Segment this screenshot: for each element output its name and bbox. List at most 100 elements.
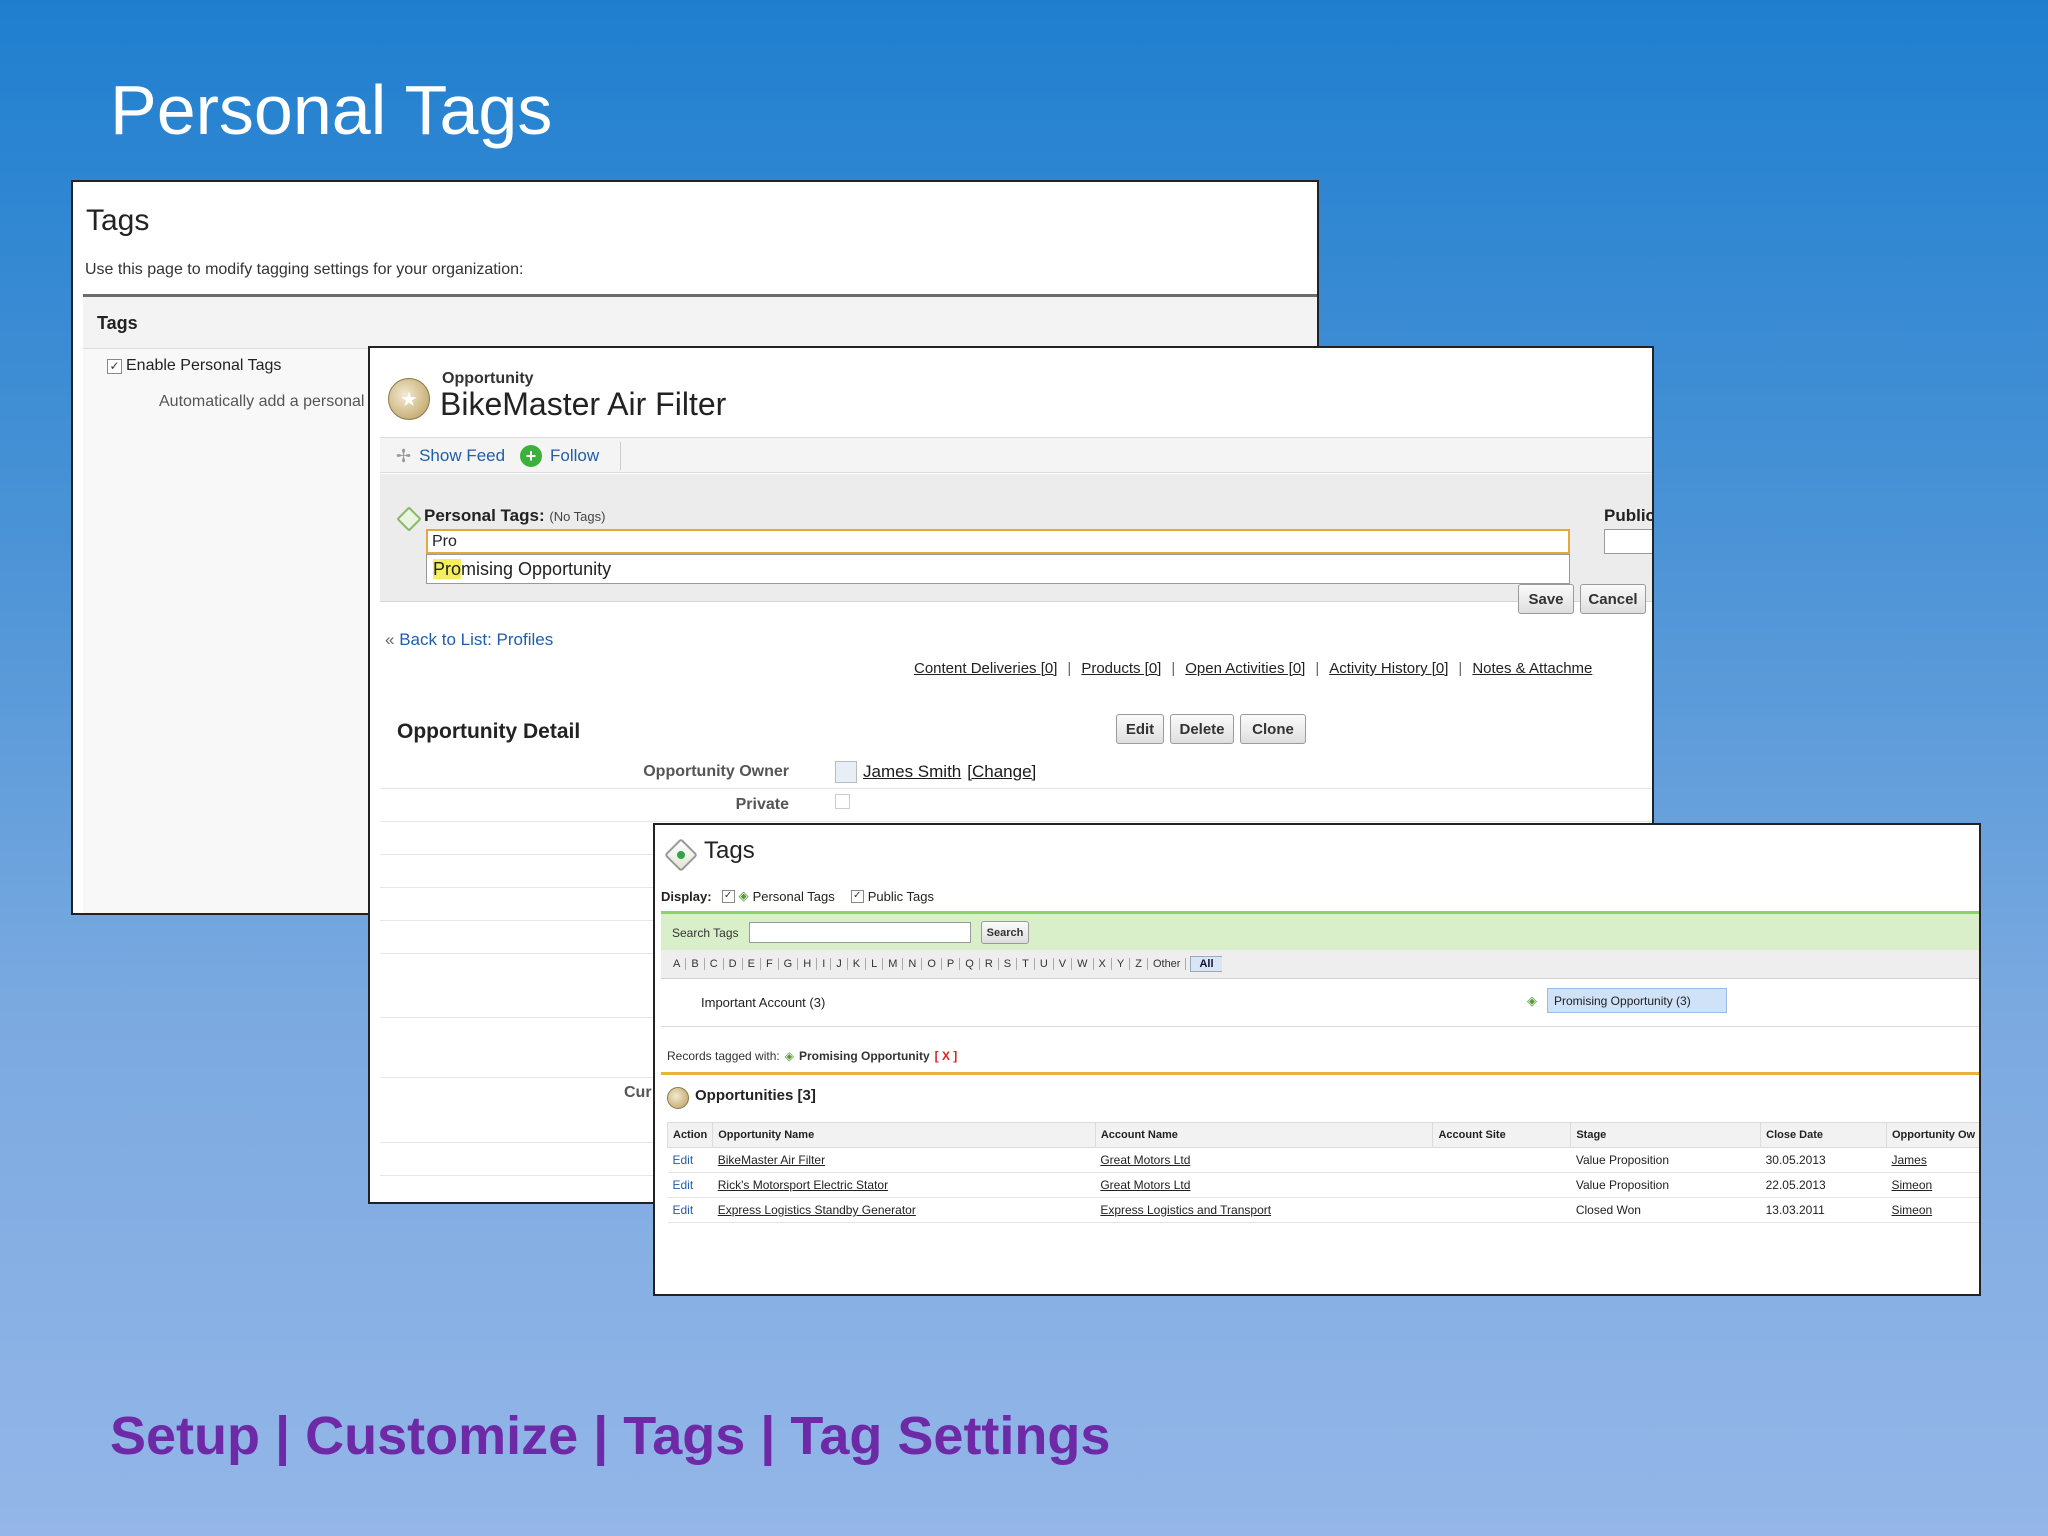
alpha-letter[interactable]: V xyxy=(1054,958,1073,970)
edit-link[interactable]: Edit xyxy=(673,1203,694,1217)
opportunity-name-link[interactable]: Rick's Motorsport Electric Stator xyxy=(718,1178,888,1192)
alpha-letter[interactable]: H xyxy=(798,958,818,970)
alpha-letter[interactable]: F xyxy=(761,958,779,970)
alpha-letter[interactable]: B xyxy=(686,958,705,970)
clone-button[interactable]: Clone xyxy=(1240,714,1306,744)
alpha-letter[interactable]: Z xyxy=(1130,958,1148,970)
private-label: Private xyxy=(735,796,789,813)
detail-section-title: Opportunity Detail xyxy=(397,720,581,743)
alpha-letter[interactable]: N xyxy=(903,958,923,970)
table-header: Action Opportunity Name Account Name Acc… xyxy=(666,1122,1979,1148)
stage-cell: Value Proposition xyxy=(1570,1172,1761,1198)
personal-tags-checkbox[interactable]: ✓ xyxy=(721,889,735,903)
col-header[interactable]: Account Name xyxy=(1094,1122,1434,1148)
search-bar: Search Tags Search xyxy=(661,914,1979,950)
col-header[interactable]: Close Date xyxy=(1760,1122,1887,1148)
alpha-letter[interactable]: E xyxy=(743,958,761,970)
col-header[interactable]: Stage xyxy=(1570,1122,1762,1148)
alpha-letter[interactable]: U xyxy=(1035,958,1054,970)
account-name-link[interactable]: Express Logistics and Transport xyxy=(1100,1203,1271,1217)
opportunities-title: Opportunities [3] xyxy=(695,1087,816,1104)
alpha-letter[interactable]: G xyxy=(779,958,799,970)
enable-personal-tags-label: Enable Personal Tags xyxy=(126,357,282,374)
alpha-letter[interactable]: I xyxy=(817,958,832,970)
edit-link[interactable]: Edit xyxy=(673,1153,694,1167)
cancel-button[interactable]: Cancel xyxy=(1580,584,1646,614)
alpha-letter[interactable]: X xyxy=(1094,958,1112,970)
related-link-products[interactable]: Products [0] xyxy=(1081,660,1161,677)
col-header[interactable]: Opportunity Name xyxy=(712,1122,1096,1148)
close-date-cell: 30.05.2013 xyxy=(1760,1147,1887,1173)
delete-button[interactable]: Delete xyxy=(1170,714,1234,744)
alpha-letter[interactable]: S xyxy=(999,958,1018,970)
edit-link[interactable]: Edit xyxy=(673,1178,694,1192)
remove-tag-filter[interactable]: [ X ] xyxy=(935,1049,958,1063)
alpha-letter[interactable]: Y xyxy=(1112,958,1131,970)
feed-icon: ✢ xyxy=(396,445,412,466)
tag-suggestion-item[interactable]: Promising Opportunity xyxy=(426,554,1570,584)
plus-icon: + xyxy=(520,445,542,467)
private-checkbox xyxy=(835,794,850,809)
col-header: Action xyxy=(666,1122,714,1148)
related-link-notes-attachments[interactable]: Notes & Attachme xyxy=(1472,660,1592,677)
alpha-letter-other[interactable]: Other xyxy=(1148,958,1187,970)
tags-icon xyxy=(664,838,698,872)
show-feed-button[interactable]: ✢ Show Feed xyxy=(396,438,505,474)
save-button[interactable]: Save xyxy=(1518,584,1574,614)
public-tags-input[interactable] xyxy=(1604,529,1652,554)
owner-link[interactable]: James Smith xyxy=(863,762,961,782)
alpha-letter[interactable]: O xyxy=(922,958,942,970)
table-row: Edit Rick's Motorsport Electric Stator G… xyxy=(667,1172,1979,1198)
account-name-link[interactable]: Great Motors Ltd xyxy=(1100,1153,1190,1167)
alpha-letter[interactable]: C xyxy=(705,958,724,970)
change-owner-link[interactable]: [Change] xyxy=(967,762,1036,782)
account-name-link[interactable]: Great Motors Ltd xyxy=(1100,1178,1190,1192)
slide-footer: Setup | Customize | Tags | Tag Settings xyxy=(110,1406,1111,1466)
related-link-activity-history[interactable]: Activity History [0] xyxy=(1329,660,1448,677)
section-header: Tags xyxy=(83,297,1317,349)
alpha-all[interactable]: All xyxy=(1190,956,1222,972)
related-link-content-deliveries[interactable]: Content Deliveries [0] xyxy=(914,660,1057,677)
follow-label: Follow xyxy=(550,446,600,465)
col-header[interactable]: Opportunity Ow xyxy=(1885,1122,1979,1148)
close-date-cell: 13.03.2011 xyxy=(1760,1197,1887,1223)
alpha-letter[interactable]: W xyxy=(1072,958,1094,970)
public-tags-label: Public xyxy=(1604,506,1654,525)
tags-browser-window: Tags Display: ✓ ◈ Personal Tags ✓ Public… xyxy=(653,823,1981,1296)
detail-row-owner: Opportunity Owner James Smith [Change] xyxy=(380,756,1652,789)
owner-label: Opportunity Owner xyxy=(643,763,789,780)
related-link-open-activities[interactable]: Open Activities [0] xyxy=(1185,660,1305,677)
alpha-letter[interactable]: A xyxy=(668,958,687,970)
search-tags-input[interactable] xyxy=(749,922,971,943)
owner-link[interactable]: Simeon xyxy=(1891,1178,1932,1192)
edit-button[interactable]: Edit xyxy=(1116,714,1164,744)
col-header[interactable]: Account Site xyxy=(1432,1122,1572,1148)
avatar xyxy=(835,761,857,783)
alpha-letter[interactable]: T xyxy=(1017,958,1035,970)
owner-link[interactable]: James xyxy=(1891,1153,1926,1167)
alpha-letter[interactable]: P xyxy=(942,958,961,970)
enable-personal-tags-checkbox[interactable]: ✓ xyxy=(107,358,122,374)
tag-important-account[interactable]: Important Account (3) xyxy=(701,995,825,1010)
tag-promising-opportunity[interactable]: Promising Opportunity (3) xyxy=(1547,988,1727,1013)
public-tags-checkbox[interactable]: ✓ xyxy=(850,889,864,903)
owner-link[interactable]: Simeon xyxy=(1891,1203,1932,1217)
opportunity-name-link[interactable]: BikeMaster Air Filter xyxy=(718,1153,825,1167)
alpha-letter[interactable]: D xyxy=(724,958,743,970)
enable-personal-tags-row: ✓ Enable Personal Tags xyxy=(107,357,281,375)
stage-cell: Value Proposition xyxy=(1570,1147,1761,1173)
alpha-letter[interactable]: Q xyxy=(960,958,980,970)
alpha-letter[interactable]: M xyxy=(883,958,904,970)
personal-tags-input[interactable]: Pro xyxy=(426,529,1570,554)
back-to-list-link[interactable]: « Back to List: Profiles xyxy=(385,630,553,650)
display-label: Display: xyxy=(661,888,712,904)
alpha-letter[interactable]: L xyxy=(866,958,884,970)
records-tag-name: Promising Opportunity xyxy=(798,1049,930,1063)
alpha-letter[interactable]: R xyxy=(980,958,999,970)
opportunity-name-link[interactable]: Express Logistics Standby Generator xyxy=(718,1203,916,1217)
personal-tag-icon: ◈ xyxy=(784,1049,794,1063)
alpha-letter[interactable]: K xyxy=(848,958,867,970)
alpha-letter[interactable]: J xyxy=(831,958,848,970)
follow-button[interactable]: + Follow xyxy=(520,438,599,474)
search-button[interactable]: Search xyxy=(981,921,1029,944)
